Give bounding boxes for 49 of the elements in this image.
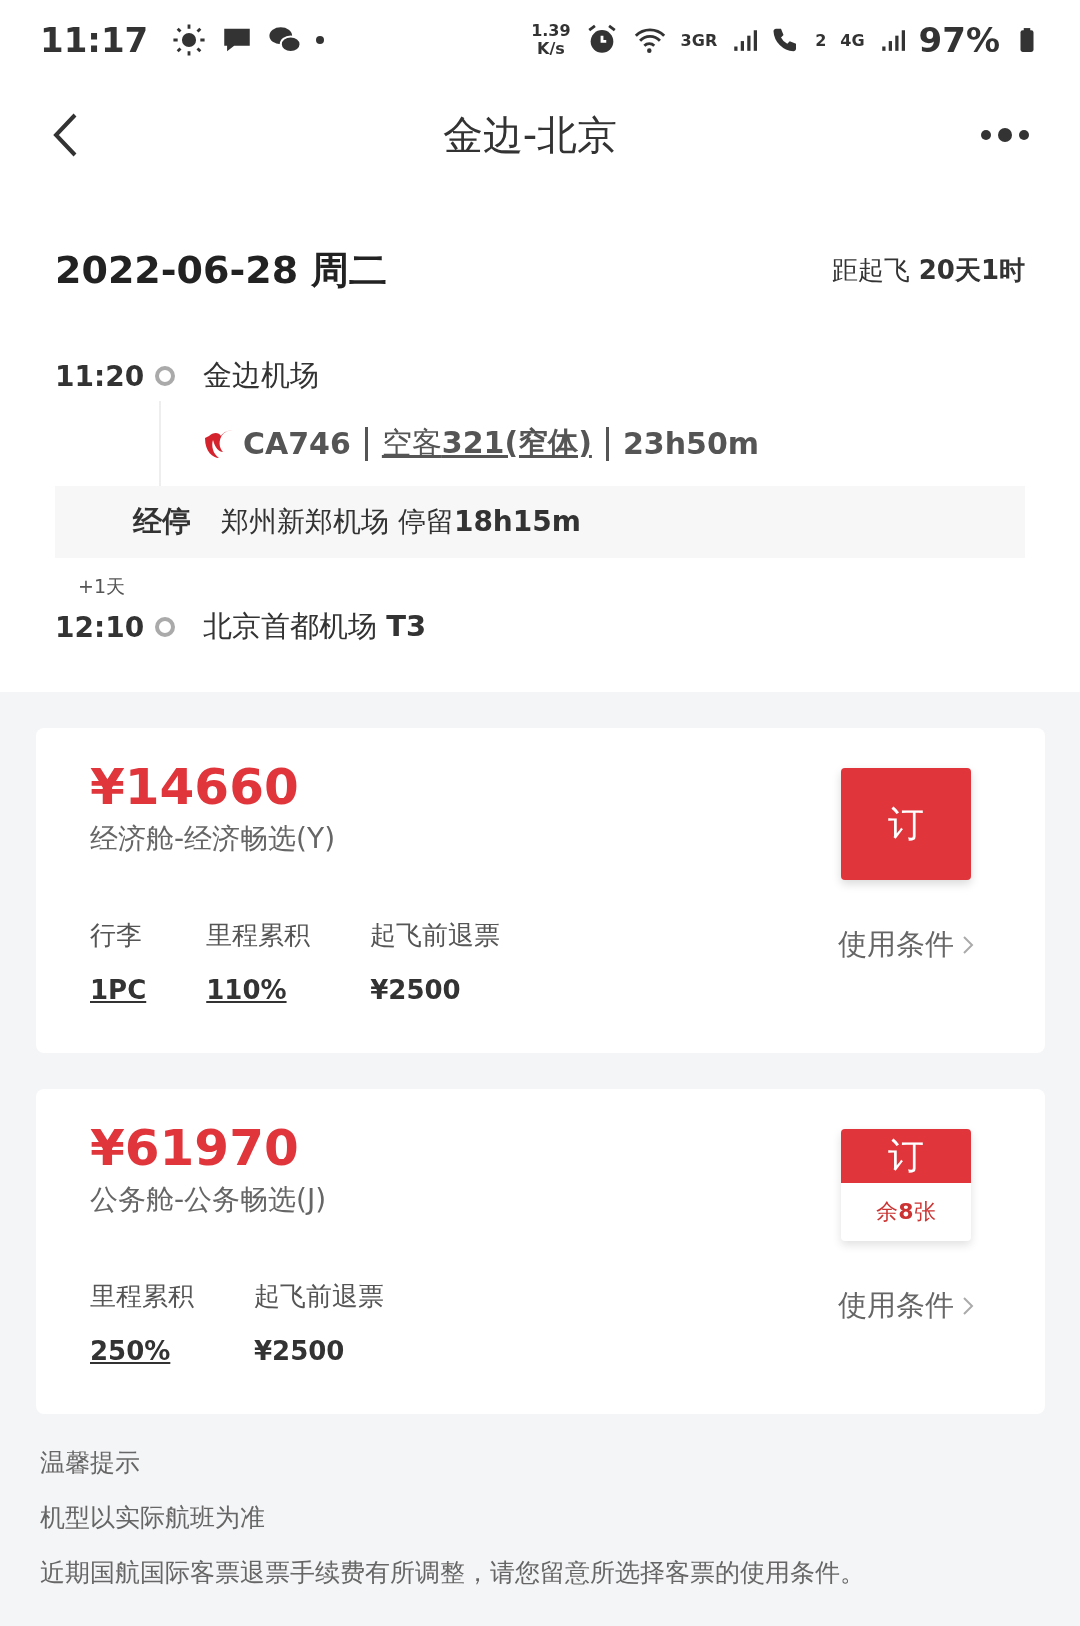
stopover-label: 经停	[133, 503, 191, 540]
departure-countdown: 距起飞 20天1时	[832, 254, 1025, 287]
fare-attribute-label: 起飞前退票	[254, 1280, 384, 1313]
terms-link[interactable]: 使用条件	[832, 1285, 980, 1327]
more-icon[interactable]	[980, 127, 1030, 143]
network-speed: K/s	[536, 40, 566, 58]
tip-text: 近期国航国际客票退票手续费有所调整，请您留意所选择客票的使用条件。	[40, 1557, 866, 1589]
cabin-class: 经济舱-经济畅选(Y)	[90, 821, 337, 857]
book-button[interactable]: 订	[841, 768, 971, 880]
fare-attribute-label: 里程累积	[90, 1280, 194, 1313]
fare-attribute-label: 起飞前退票	[370, 919, 501, 952]
cabin-class: 公务舱-公务畅选(J)	[90, 1182, 328, 1218]
departure-airport: 金边机场	[203, 357, 319, 394]
chevron-icon	[962, 1295, 974, 1317]
sun-icon	[172, 23, 207, 57]
page-title: 金边-北京	[442, 110, 618, 160]
fare-price: ¥14660	[90, 758, 300, 816]
network-type: 4G	[840, 30, 865, 50]
dot-icon	[316, 36, 325, 44]
fare-attribute-value[interactable]: 110%	[206, 975, 311, 1005]
network-speed: 1.39	[531, 22, 571, 40]
flight-number: CA746	[243, 426, 351, 461]
stopover-detail: 郑州新郑机场 停留18h15m	[221, 504, 581, 540]
departure-time: 11:20	[55, 359, 145, 393]
book-button[interactable]: 订	[841, 1129, 971, 1183]
tip-text: 温馨提示	[40, 1447, 141, 1479]
network-type: 3GR	[680, 30, 718, 50]
arrival-airport: 北京首都机场 T3	[203, 608, 427, 645]
fare-attribute-label: 行李	[90, 919, 143, 952]
day-offset: +1天	[78, 575, 125, 597]
fare-attribute-label: 里程累积	[206, 919, 311, 952]
aircraft-type-link[interactable]: 空客321(窄体)	[381, 423, 592, 464]
fare-attribute-value: ¥2500	[254, 1336, 346, 1366]
seats-remaining: 余8张	[875, 1198, 937, 1226]
fare-price: ¥61970	[90, 1119, 300, 1177]
fare-attribute-value: ¥2500	[370, 975, 462, 1005]
terms-link[interactable]: 使用条件	[832, 924, 980, 966]
arrival-time: 12:10	[55, 610, 145, 644]
battery-level: 97%	[918, 20, 1000, 60]
flight-duration: 23h50m	[622, 426, 760, 461]
clock-time: 11:17	[40, 20, 149, 60]
tip-text: 机型以实际航班为准	[40, 1502, 266, 1534]
flight-date: 2022-06-28 周二	[55, 247, 388, 294]
fare-attribute-value[interactable]: 250%	[90, 1336, 194, 1366]
fare-attribute-value[interactable]: 1PC	[90, 975, 147, 1005]
timeline-dot	[155, 366, 175, 386]
sim-number: 2	[815, 30, 827, 50]
timeline-dot	[155, 617, 175, 637]
chevron-icon	[962, 934, 974, 956]
